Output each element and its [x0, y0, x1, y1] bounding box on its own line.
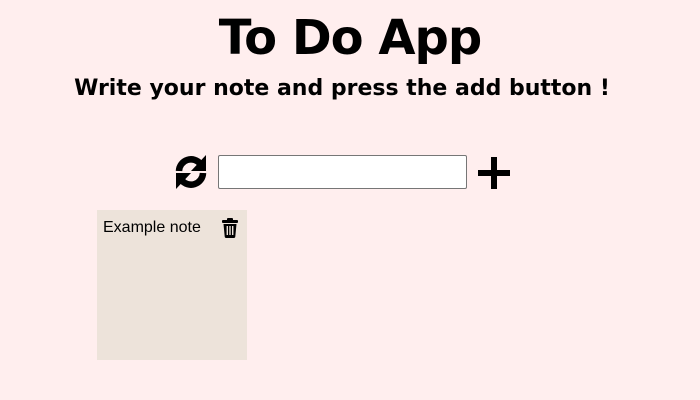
trash-icon [222, 218, 238, 238]
refresh-button[interactable] [172, 154, 210, 190]
plus-icon [478, 157, 510, 189]
delete-note-button[interactable] [221, 218, 239, 238]
note-input[interactable] [218, 155, 467, 189]
note-card: Example note [97, 210, 247, 360]
page-title: To Do App [218, 10, 482, 66]
refresh-icon [175, 155, 207, 189]
page-subtitle: Write your note and press the add button… [74, 76, 610, 101]
add-button[interactable] [476, 155, 512, 191]
note-text: Example note [103, 219, 201, 236]
